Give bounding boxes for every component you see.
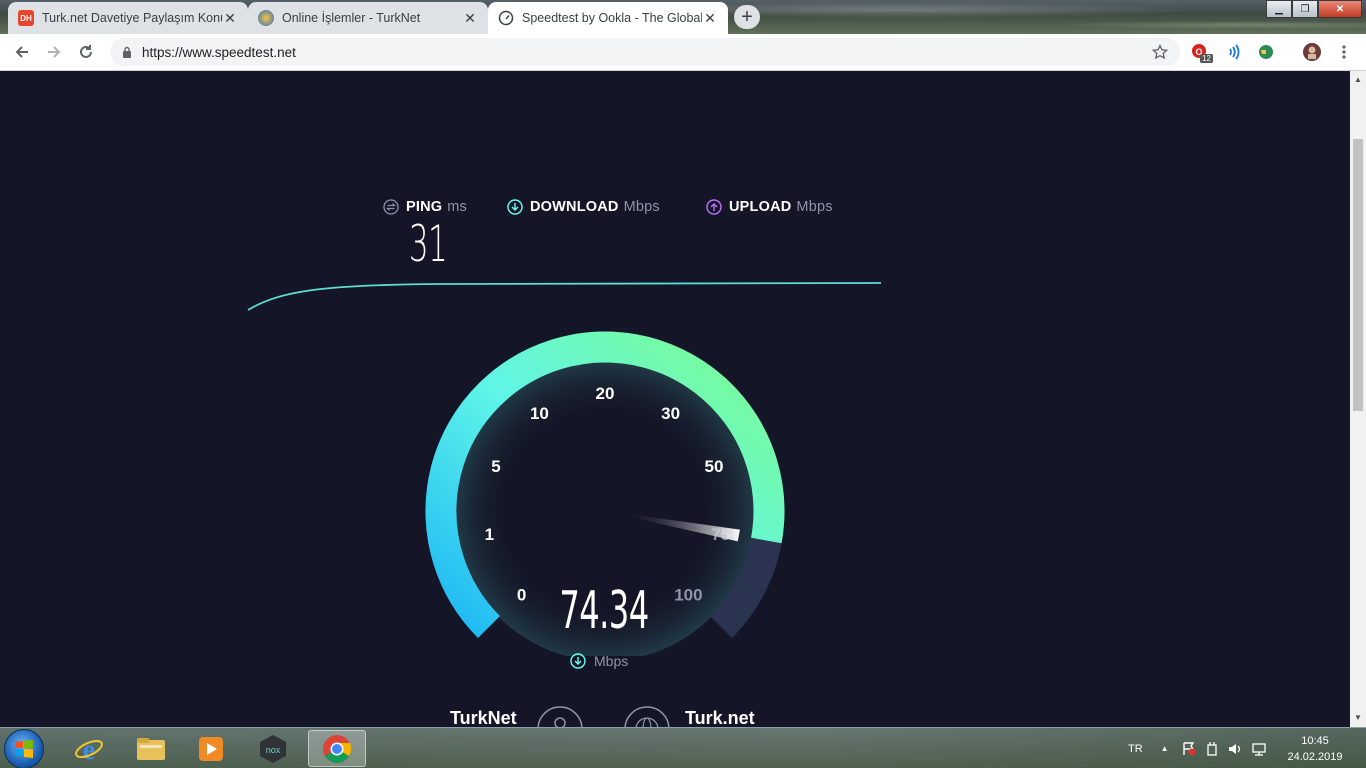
svg-text:nox: nox bbox=[266, 745, 281, 755]
gauge-tick-label: 30 bbox=[661, 404, 680, 423]
reload-button[interactable] bbox=[70, 36, 102, 68]
download-arrow-icon bbox=[507, 199, 523, 215]
nox-icon: nox bbox=[260, 734, 286, 763]
ping-label: PING bbox=[406, 199, 443, 215]
speed-unit-label: Mbps bbox=[594, 653, 629, 669]
gauge-tick-label: 100 bbox=[674, 585, 702, 604]
windows-logo-icon bbox=[15, 740, 33, 758]
reload-icon bbox=[80, 45, 92, 58]
close-tab-icon[interactable]: ✕ bbox=[702, 10, 718, 26]
wifi-extension-icon[interactable] bbox=[1224, 42, 1244, 62]
download-speed-value: 74.34 bbox=[559, 581, 649, 641]
arrow-right-icon bbox=[48, 46, 61, 58]
action-center-flag-icon[interactable] bbox=[1181, 741, 1197, 757]
tab-turknet-davetiye[interactable]: DH Turk.net Davetiye Paylaşım Konu ✕ bbox=[8, 2, 248, 34]
clock-time: 10:45 bbox=[1301, 735, 1329, 747]
upload-label: UPLOAD bbox=[729, 199, 792, 215]
gauge-tick-label: 0 bbox=[517, 585, 526, 604]
bookmark-star-icon[interactable] bbox=[1152, 44, 1168, 60]
volume-icon[interactable] bbox=[1227, 741, 1243, 757]
ping-value: 31 bbox=[408, 215, 448, 273]
forward-button[interactable] bbox=[38, 36, 70, 68]
taskbar-clock[interactable]: 10:45 24.02.2019 bbox=[1280, 733, 1350, 765]
new-tab-button[interactable]: + bbox=[734, 5, 760, 29]
taskbar-file-explorer[interactable] bbox=[122, 730, 180, 767]
show-hidden-icons-arrow-icon[interactable]: ▲ bbox=[1161, 744, 1169, 753]
tab-speedtest[interactable]: Speedtest by Ookla - The Global ✕ bbox=[488, 2, 728, 34]
gauge-tick-label: 5 bbox=[491, 457, 500, 476]
scrollbar-thumb[interactable] bbox=[1353, 139, 1363, 411]
tab-title: Speedtest by Ookla - The Global bbox=[522, 11, 702, 25]
gauge-tick-label: 1 bbox=[485, 525, 494, 544]
server-name[interactable]: Turk.net bbox=[685, 708, 755, 727]
scroll-up-arrow-icon[interactable]: ▲ bbox=[1354, 75, 1362, 84]
ping-header: PING ms bbox=[383, 199, 467, 215]
speed-unit: Mbps bbox=[570, 653, 628, 669]
isp-provider-name: TurkNet bbox=[450, 708, 517, 727]
globe-favicon-icon bbox=[258, 10, 274, 26]
taskbar-internet-explorer[interactable]: e bbox=[60, 730, 118, 767]
maximize-button[interactable]: ❐ bbox=[1292, 0, 1318, 18]
scroll-down-arrow-icon[interactable]: ▼ bbox=[1354, 713, 1362, 722]
gauge-tick-label: 20 bbox=[596, 384, 615, 403]
upload-header: UPLOAD Mbps bbox=[706, 199, 833, 215]
close-tab-icon[interactable]: ✕ bbox=[462, 10, 478, 26]
page-scrollbar[interactable]: ▲ ▼ bbox=[1350, 71, 1366, 727]
media-player-icon bbox=[199, 736, 223, 761]
back-button[interactable] bbox=[6, 36, 38, 68]
start-button[interactable] bbox=[4, 729, 44, 768]
globe-extension-icon[interactable] bbox=[1256, 42, 1276, 62]
tab-strip: DH Turk.net Davetiye Paylaşım Konu ✕ Onl… bbox=[0, 0, 1366, 34]
donanimhaber-favicon-icon: DH bbox=[18, 10, 34, 26]
ping-icon bbox=[383, 199, 399, 215]
language-indicator[interactable]: TR bbox=[1128, 743, 1143, 755]
taskbar-chrome[interactable] bbox=[308, 730, 366, 767]
tab-title: Online İşlemler - TurkNet bbox=[282, 11, 421, 25]
close-window-button[interactable]: ✕ bbox=[1318, 0, 1362, 18]
speedtest-favicon-icon bbox=[498, 10, 514, 26]
svg-text:e: e bbox=[83, 735, 95, 764]
download-arrow-icon bbox=[570, 653, 586, 669]
tab-online-islemler[interactable]: Online İşlemler - TurkNet ✕ bbox=[248, 2, 488, 34]
gauge-tick-label: 10 bbox=[530, 404, 549, 423]
internet-explorer-icon: e bbox=[75, 735, 103, 764]
download-unit: Mbps bbox=[623, 199, 660, 215]
download-progress-graph bbox=[247, 282, 882, 311]
ping-unit: ms bbox=[447, 199, 467, 215]
tab-title: Turk.net Davetiye Paylaşım Konu bbox=[42, 11, 222, 25]
url-text: https://www.speedtest.net bbox=[142, 44, 296, 60]
clock-date: 24.02.2019 bbox=[1287, 751, 1343, 763]
system-tray: TR ▲ bbox=[1128, 728, 1267, 768]
minimize-button[interactable]: ▁ bbox=[1266, 0, 1292, 18]
taskbar-media-player[interactable] bbox=[182, 730, 240, 767]
taskbar-nox-player[interactable]: nox bbox=[244, 730, 302, 767]
windows-taskbar: e nox TR ▲ 10:45 24.02.2019 bbox=[0, 727, 1366, 768]
globe-icon bbox=[624, 706, 670, 727]
arrow-left-icon bbox=[15, 46, 28, 58]
adblock-extension-icon[interactable]: O 12 bbox=[1190, 42, 1213, 63]
user-icon bbox=[537, 706, 583, 727]
extension-badge: 12 bbox=[1200, 54, 1213, 63]
upload-unit: Mbps bbox=[796, 199, 833, 215]
power-plug-icon[interactable] bbox=[1205, 741, 1219, 757]
profile-avatar[interactable] bbox=[1302, 42, 1322, 62]
address-bar[interactable]: https://www.speedtest.net bbox=[110, 38, 1180, 66]
browser-toolbar: https://www.speedtest.net O 12 bbox=[0, 34, 1366, 71]
download-label: DOWNLOAD bbox=[530, 199, 619, 215]
folder-icon bbox=[137, 737, 165, 760]
download-header: DOWNLOAD Mbps bbox=[507, 199, 660, 215]
window-controls: ▁ ❐ ✕ bbox=[1266, 0, 1362, 18]
chrome-icon bbox=[323, 734, 352, 763]
speedtest-page: PING ms 31 DOWNLOAD Mbps UPLOAD Mbps 0 1… bbox=[0, 71, 1350, 727]
chrome-menu-icon[interactable] bbox=[1334, 42, 1354, 62]
gauge-tick-label: 50 bbox=[705, 457, 724, 476]
close-tab-icon[interactable]: ✕ bbox=[222, 10, 238, 26]
upload-arrow-icon bbox=[706, 199, 722, 215]
network-icon[interactable] bbox=[1251, 741, 1267, 757]
lock-icon bbox=[123, 46, 131, 58]
